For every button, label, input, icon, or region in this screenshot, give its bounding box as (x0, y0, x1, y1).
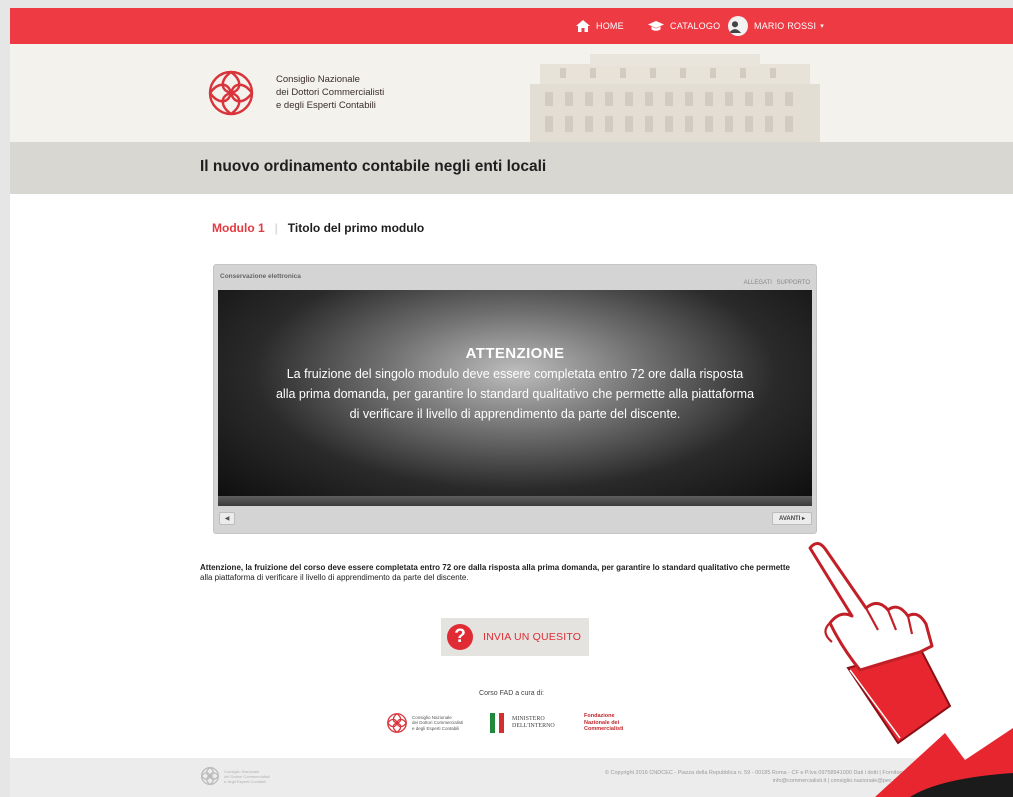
building-illustration (530, 54, 820, 142)
org-name-line: Consiglio Nazionale (276, 74, 360, 85)
partner-name: Fondazione Nazionale dei Commercialisti (584, 713, 623, 733)
question-icon: ? (447, 624, 473, 650)
partner-name-line: DELL'INTERNO (512, 723, 555, 729)
module-heading: Modulo 1 | Titolo del primo modulo (212, 221, 424, 235)
player-progress-strip (218, 496, 812, 506)
completion-notice: Attenzione, la fruizione del corso deve … (200, 563, 820, 583)
home-icon (576, 20, 590, 32)
partner-name-line: e degli Esperti Contabili (412, 725, 460, 731)
player-links[interactable]: ALLEGATI SUPPORTO (744, 280, 810, 286)
partner-ministero[interactable]: MINISTERO DELL'INTERNO (490, 708, 555, 738)
nav-home-label: HOME (596, 21, 624, 31)
footer-logo[interactable]: Consiglio Nazionale dei Dottori Commerci… (200, 766, 270, 786)
send-question-button[interactable]: ? INVIA UN QUESITO (441, 618, 589, 656)
attention-title: ATTENZIONE (465, 345, 565, 362)
cndcec-logo-icon[interactable] (206, 68, 256, 118)
chevron-down-icon: ▾ (820, 23, 824, 30)
module-title: Titolo del primo modulo (287, 221, 425, 235)
course-title-band: Il nuovo ordinamento contabile negli ent… (10, 142, 1013, 194)
user-name: MARIO ROSSI (754, 21, 817, 31)
player-screen: ATTENZIONE La fruizione del singolo modu… (218, 290, 812, 506)
module-separator: | (274, 221, 278, 235)
footer-org-line: e degli Esperti Contabili (224, 778, 267, 784)
cndcec-logo-icon (201, 767, 219, 785)
page: HOME CATALOGO MARIO ROSSI ▾ Consiglio Na… (10, 8, 1013, 797)
notice-bold-text: Attenzione, la fruizione del corso deve … (200, 563, 790, 572)
attention-text-line: di verificare il livello di apprendiment… (349, 407, 681, 421)
attention-text-line: La fruizione del singolo modulo deve ess… (286, 367, 744, 381)
org-name-line: e degli Esperti Contabili (276, 100, 376, 111)
cndcec-logo-icon (387, 713, 407, 733)
footer-org-name: Consiglio Nazionale dei Dottori Commerci… (224, 769, 270, 784)
avatar (728, 16, 748, 36)
pointing-hand-icon (808, 542, 1013, 797)
nav-catalog-link[interactable]: CATALOGO (648, 8, 720, 44)
module-number: Modulo 1 (212, 221, 265, 235)
player-title: Conservazione elettronica (220, 273, 301, 280)
partner-name-line: dei Dottori Commercialisti (412, 720, 464, 726)
partner-cndcec[interactable]: Consiglio Nazionale dei Dottori Commerci… (386, 708, 463, 738)
send-question-label: INVIA UN QUESITO (483, 631, 582, 643)
partner-name: MINISTERO DELL'INTERNO (512, 716, 555, 730)
top-navbar: HOME CATALOGO MARIO ROSSI ▾ (10, 8, 1013, 44)
course-player: Conservazione elettronica ALLEGATI SUPPO… (213, 264, 817, 534)
partner-fondazione[interactable]: Fondazione Nazionale dei Commercialisti (580, 708, 623, 738)
italian-flag-icon (490, 713, 505, 733)
partner-name-line: MINISTERO (512, 716, 545, 722)
back-button[interactable]: ◀ (219, 512, 235, 525)
attention-text-line: alla prima domanda, per garantire lo sta… (275, 387, 755, 401)
org-name: Consiglio Nazionale dei Dottori Commerci… (276, 73, 384, 112)
partner-name: Consiglio Nazionale dei Dottori Commerci… (412, 715, 463, 732)
partner-name-line: Commercialisti (584, 726, 624, 733)
nav-catalog-label: CATALOGO (670, 21, 721, 31)
course-title: Il nuovo ordinamento contabile negli ent… (200, 158, 547, 175)
graduation-cap-icon (648, 20, 664, 31)
next-button[interactable]: AVANTI ▸ (772, 512, 812, 525)
site-header: Consiglio Nazionale dei Dottori Commerci… (10, 44, 1013, 142)
notice-text: alla piattaforma di verificare il livell… (200, 573, 469, 582)
org-name-line: dei Dottori Commercialisti (276, 87, 385, 98)
user-icon (728, 21, 742, 33)
user-menu[interactable]: MARIO ROSSI ▾ (728, 8, 824, 44)
footer-org-line: dei Dottori Commercialisti (224, 773, 270, 779)
nav-home-link[interactable]: HOME (576, 8, 624, 44)
